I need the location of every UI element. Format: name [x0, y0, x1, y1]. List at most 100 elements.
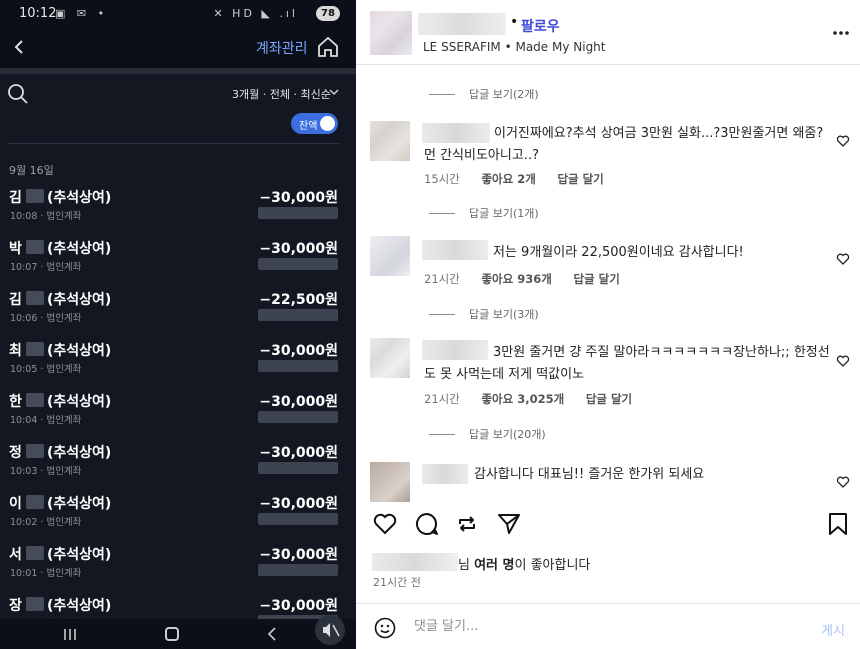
transfer-memo: (추석상여) — [47, 190, 112, 206]
reply-button[interactable]: 답글 달기 — [573, 272, 619, 286]
transfer-memo: (추석상여) — [47, 394, 112, 410]
view-replies-label: 답글 보기(1개) — [469, 207, 539, 220]
search-icon[interactable] — [6, 82, 30, 106]
transaction-row[interactable]: 이 (추석상여) −30,000원 10:02 · 법인계좌 — [0, 493, 356, 545]
notification-icons: ▣ ✉ • — [55, 7, 109, 20]
comment-input[interactable] — [414, 619, 774, 634]
bank-app-panel: 10:12 ▣ ✉ • ✕ HD ◣ .ıl 78 계좌관리 3개월 · 전체 … — [0, 0, 356, 649]
chevron-down-icon[interactable] — [328, 86, 340, 98]
comment-likes[interactable]: 좋아요 936개 — [481, 272, 551, 286]
account-type: 법인계좌 — [46, 415, 82, 426]
reply-button[interactable]: 답글 달기 — [586, 392, 632, 406]
view-replies[interactable]: 답글 보기(1개) — [429, 205, 629, 221]
view-replies-label: 답글 보기(2개) — [469, 88, 539, 101]
recipient-surname: 서 — [9, 547, 22, 563]
transfer-detail: 10:03 · 법인계좌 — [10, 463, 81, 477]
liked-by-prefix: 님 — [458, 558, 475, 573]
recipient-surname: 박 — [9, 241, 22, 257]
balance-blurred — [258, 207, 338, 219]
recipient-name-blurred — [26, 444, 44, 458]
transaction-row[interactable]: 최 (추석상여) −30,000원 10:05 · 법인계좌 — [0, 340, 356, 392]
nav-home-icon[interactable] — [165, 627, 179, 641]
transaction-row[interactable]: 서 (추석상여) −30,000원 10:01 · 법인계좌 — [0, 544, 356, 596]
account-avatar[interactable] — [370, 11, 412, 55]
bookmark-icon[interactable] — [826, 511, 850, 537]
view-replies[interactable]: 답글 보기(2개) — [429, 86, 629, 102]
comment-username[interactable] — [422, 464, 468, 484]
transfer-amount: −30,000원 — [259, 343, 338, 359]
transfer-amount: −30,000원 — [259, 547, 338, 563]
balance-blurred — [258, 360, 338, 372]
transaction-row[interactable]: 김 (추석상여) −22,500원 10:06 · 법인계좌 — [0, 289, 356, 341]
balance-blurred — [258, 462, 338, 474]
like-heart-icon[interactable] — [836, 134, 850, 148]
account-username[interactable] — [418, 13, 506, 35]
recent-apps-icon[interactable] — [62, 628, 78, 641]
transaction-row[interactable]: 정 (추석상여) −30,000원 10:03 · 법인계좌 — [0, 442, 356, 494]
post-music-subtitle[interactable]: LE SSERAFIM • Made My Night — [423, 40, 606, 54]
repost-icon[interactable] — [454, 511, 480, 537]
transfer-detail: 10:04 · 법인계좌 — [10, 412, 81, 426]
status-bar: 10:12 ▣ ✉ • ✕ HD ◣ .ıl 78 — [0, 0, 356, 28]
view-replies[interactable]: 답글 보기(20개) — [429, 426, 629, 442]
comment-bubble-icon[interactable] — [414, 511, 440, 537]
mute-icon[interactable] — [315, 615, 345, 645]
transfer-detail: 10:06 · 법인계좌 — [10, 310, 81, 324]
recipient-name-blurred — [26, 240, 44, 254]
comment-text: 이거진짜에요?추석 상여금 3만원 실화...?3만원줄거면 왜줌? 먼 간식비… — [424, 126, 824, 163]
home-icon[interactable] — [316, 35, 340, 59]
comment-avatar[interactable] — [370, 121, 410, 161]
replies-line — [429, 213, 455, 214]
emoji-icon[interactable] — [374, 617, 396, 639]
comment-avatar[interactable] — [370, 236, 410, 276]
comment-likes[interactable]: 좋아요 3,025개 — [481, 392, 564, 406]
transfer-amount: −30,000원 — [259, 394, 338, 410]
transfer-time: 10:04 — [10, 415, 38, 426]
recipient-surname: 장 — [9, 598, 22, 614]
account-management-link[interactable]: 계좌관리 — [256, 38, 308, 58]
post-comment-button[interactable]: 게시 — [821, 620, 845, 639]
account-type: 법인계좌 — [46, 517, 82, 528]
view-replies-label: 답글 보기(20개) — [469, 428, 546, 441]
transfer-time: 10:07 — [10, 262, 38, 273]
transfer-memo: (추석상여) — [47, 547, 112, 563]
like-heart-icon[interactable] — [836, 354, 850, 368]
separator-dot: • — [510, 14, 519, 30]
comment-username[interactable] — [422, 240, 488, 260]
comment-avatar[interactable] — [370, 462, 410, 502]
transfer-detail: 10:01 · 법인계좌 — [10, 565, 81, 579]
header-divider — [356, 64, 860, 65]
liked-by-suffix: 이 좋아합니다 — [514, 558, 591, 573]
like-heart-icon[interactable] — [836, 252, 850, 266]
recipient-name-blurred — [26, 597, 44, 611]
follow-button[interactable]: 팔로우 — [521, 16, 560, 36]
more-options-icon[interactable] — [832, 24, 850, 42]
transfer-amount: −30,000원 — [259, 598, 338, 614]
view-replies[interactable]: 답글 보기(3개) — [429, 306, 629, 322]
like-heart-icon[interactable] — [836, 475, 850, 489]
replies-line — [429, 94, 455, 95]
liked-by-text[interactable]: 님 여러 명이 좋아합니다 — [458, 554, 590, 573]
filter-dropdown[interactable]: 3개월 · 전체 · 최신순 — [232, 86, 331, 102]
transfer-time: 10:08 — [10, 211, 38, 222]
transaction-row[interactable]: 박 (추석상여) −30,000원 10:07 · 법인계좌 — [0, 238, 356, 290]
reply-button[interactable]: 답글 달기 — [557, 172, 603, 186]
share-send-icon[interactable] — [496, 511, 522, 537]
transfer-time: 10:05 — [10, 364, 38, 375]
transfer-memo: (추석상여) — [47, 496, 112, 512]
comment: 3만원 줄거면 걍 주질 말아라ㅋㅋㅋㅋㅋㅋㅋ장난하나;; 한정선도 못 사먹는… — [356, 338, 860, 412]
comment-avatar[interactable] — [370, 338, 410, 378]
transfer-memo: (추석상여) — [47, 241, 112, 257]
instagram-panel: • 팔로우 LE SSERAFIM • Made My Night 답글 보기(… — [356, 0, 860, 649]
comment-meta: 21시간 좋아요 3,025개 답글 달기 — [424, 391, 650, 407]
nav-back-icon[interactable] — [266, 627, 278, 641]
liked-by-username[interactable] — [372, 553, 458, 571]
like-heart-icon[interactable] — [372, 511, 398, 537]
transaction-row[interactable]: 김 (추석상여) −30,000원 10:08 · 법인계좌 — [0, 187, 356, 239]
transfer-time: 10:06 — [10, 313, 38, 324]
balance-toggle[interactable]: 잔액 — [291, 113, 338, 134]
back-arrow-icon[interactable] — [8, 34, 32, 60]
comment-likes[interactable]: 좋아요 2개 — [481, 172, 535, 186]
transaction-row[interactable]: 한 (추석상여) −30,000원 10:04 · 법인계좌 — [0, 391, 356, 443]
view-replies-label: 답글 보기(3개) — [469, 308, 539, 321]
